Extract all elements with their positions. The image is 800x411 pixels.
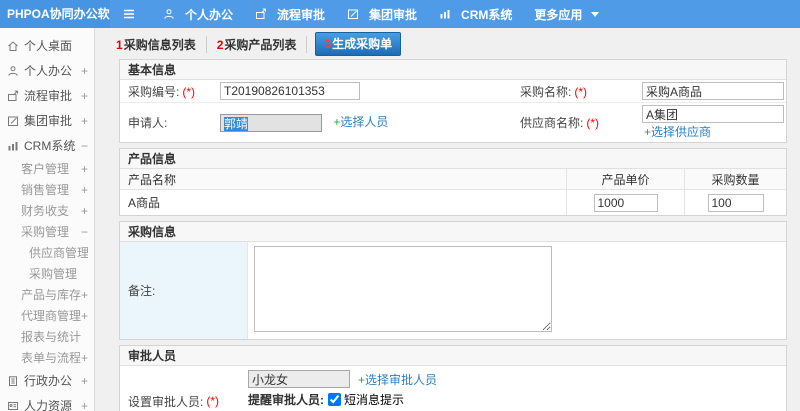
remark-label: 备注:	[120, 242, 248, 339]
supplier-name-label: 供应商名称: (*)	[520, 116, 600, 130]
chart-icon	[7, 140, 19, 152]
chart-icon	[439, 8, 451, 20]
nav-label: CRM系统	[461, 7, 513, 22]
sidebar-item-form-workflow-settings[interactable]: 表单与流程设置 +	[0, 347, 94, 368]
nav-group-approval[interactable]: 集团审批	[336, 0, 428, 28]
sidebar-item-admin-office[interactable]: 行政办公 +	[0, 368, 94, 393]
nav-label: 个人办公	[185, 7, 234, 22]
sidebar-item-purchase-mgmt[interactable]: 采购管理 −	[0, 221, 94, 242]
sidebar-item-personal-office[interactable]: 个人办公 +	[0, 58, 94, 83]
sidebar-item-reports-stats[interactable]: 报表与统计	[0, 326, 94, 347]
sidebar-item-personal-desktop[interactable]: 个人桌面	[0, 33, 94, 58]
user-icon	[7, 65, 19, 77]
section-header: 采购信息	[120, 222, 786, 242]
building-icon	[7, 375, 19, 387]
product-name-cell: A商品	[128, 196, 161, 210]
col-purchase-qty: 采购数量	[684, 169, 786, 189]
remind-approver-label: 提醒审批人员:	[248, 393, 324, 407]
top-navigation-bar: PHPOA协同办公软件 个人办公 流程审批 集团审批 CRM系统	[0, 0, 800, 28]
tab-purchase-product-list[interactable]: 2采购产品列表	[207, 35, 308, 53]
section-header: 基本信息	[120, 60, 786, 80]
edit-icon	[347, 8, 359, 20]
nav-workflow-approval[interactable]: 流程审批	[244, 0, 336, 28]
share-icon	[255, 8, 267, 20]
sidebar-item-finance[interactable]: 财务收支 +	[0, 200, 94, 221]
section-header: 产品信息	[120, 149, 786, 169]
remark-textarea[interactable]	[254, 246, 552, 332]
sidebar-item-agent-mgmt[interactable]: 代理商管理 +	[0, 305, 94, 326]
purchase-info-section: 采购信息 备注:	[119, 221, 787, 340]
sms-notify-label: 短消息提示	[344, 393, 405, 407]
section-header: 审批人员	[120, 346, 786, 366]
select-personnel-link[interactable]: +选择人员	[333, 115, 388, 129]
nav-label: 流程审批	[277, 7, 326, 22]
main-content: 1采购信息列表 2采购产品列表 3生成采购单 基本信息 采购编号:(*) 采购名…	[96, 28, 800, 411]
id-card-icon	[7, 400, 19, 411]
product-info-section: 产品信息 产品名称 产品单价 采购数量 A商品	[119, 148, 787, 216]
app-logo: PHPOA协同办公软件	[0, 0, 110, 28]
step-tabs: 1采购信息列表 2采购产品列表 3生成采购单	[106, 32, 800, 56]
product-table-header: 产品名称 产品单价 采购数量	[120, 169, 786, 190]
tab-purchase-info-list[interactable]: 1采购信息列表	[106, 35, 207, 53]
sidebar: 个人桌面 个人办公 + 流程审批 + 集团审批 + CRM系统 − 客户管理 +…	[0, 28, 95, 411]
sidebar-item-purchase-mgmt-sub[interactable]: 采购管理	[0, 263, 94, 284]
approval-section: 审批人员 设置审批人员: (*) 小龙女 +选择审批人员 提醒审批人员: 短消息…	[119, 345, 787, 411]
product-table-row: A商品	[120, 190, 786, 215]
top-nav-menu: 个人办公 流程审批 集团审批 CRM系统 更多应用	[152, 0, 610, 28]
col-product-price: 产品单价	[566, 169, 684, 189]
chevron-down-icon	[591, 11, 600, 17]
product-price-input[interactable]	[593, 193, 658, 212]
approver-input[interactable]: 小龙女	[248, 370, 350, 388]
hamburger-menu-icon[interactable]	[122, 8, 136, 20]
sidebar-item-workflow-approval[interactable]: 流程审批 +	[0, 83, 94, 108]
sidebar-item-hr[interactable]: 人力资源 +	[0, 393, 94, 411]
sidebar-item-group-approval[interactable]: 集团审批 +	[0, 108, 94, 133]
user-icon	[163, 8, 175, 20]
sidebar-item-product-inventory[interactable]: 产品与库存 +	[0, 284, 94, 305]
select-supplier-link[interactable]: +选择供应商	[644, 125, 711, 139]
select-approver-link[interactable]: +选择审批人员	[358, 371, 437, 388]
purchase-name-label: 采购名称: (*)	[520, 84, 588, 99]
sms-notify-checkbox[interactable]	[328, 393, 341, 406]
purchase-no-input[interactable]	[220, 82, 360, 100]
purchase-no-label: 采购编号: (*)	[128, 84, 196, 99]
nav-label: 集团审批	[369, 7, 418, 22]
sidebar-item-customer-mgmt[interactable]: 客户管理 +	[0, 158, 94, 179]
purchase-name-input[interactable]	[642, 82, 784, 100]
purchase-qty-input[interactable]	[707, 193, 764, 212]
home-icon	[7, 40, 19, 52]
nav-more-apps[interactable]: 更多应用	[523, 0, 610, 28]
basic-info-section: 基本信息 采购编号:(*) 采购名称:(*) 申请人:	[119, 59, 787, 143]
supplier-name-input[interactable]	[642, 105, 784, 123]
nav-crm[interactable]: CRM系统	[428, 0, 523, 28]
col-product-name: 产品名称	[128, 172, 177, 187]
applicant-input[interactable]: 郭靖	[220, 113, 322, 132]
applicant-label: 申请人:	[128, 116, 168, 130]
share-icon	[7, 90, 19, 102]
nav-label: 更多应用	[534, 7, 583, 22]
sidebar-item-supplier-mgmt[interactable]: 供应商管理	[0, 242, 94, 263]
edit-icon	[7, 115, 19, 127]
sidebar-item-sales-mgmt[interactable]: 销售管理 +	[0, 179, 94, 200]
generate-purchase-order-button[interactable]: 3生成采购单	[315, 32, 402, 56]
set-approver-label: 设置审批人员: (*)	[128, 394, 220, 409]
sidebar-item-crm[interactable]: CRM系统 −	[0, 133, 94, 158]
nav-personal-office[interactable]: 个人办公	[152, 0, 244, 28]
